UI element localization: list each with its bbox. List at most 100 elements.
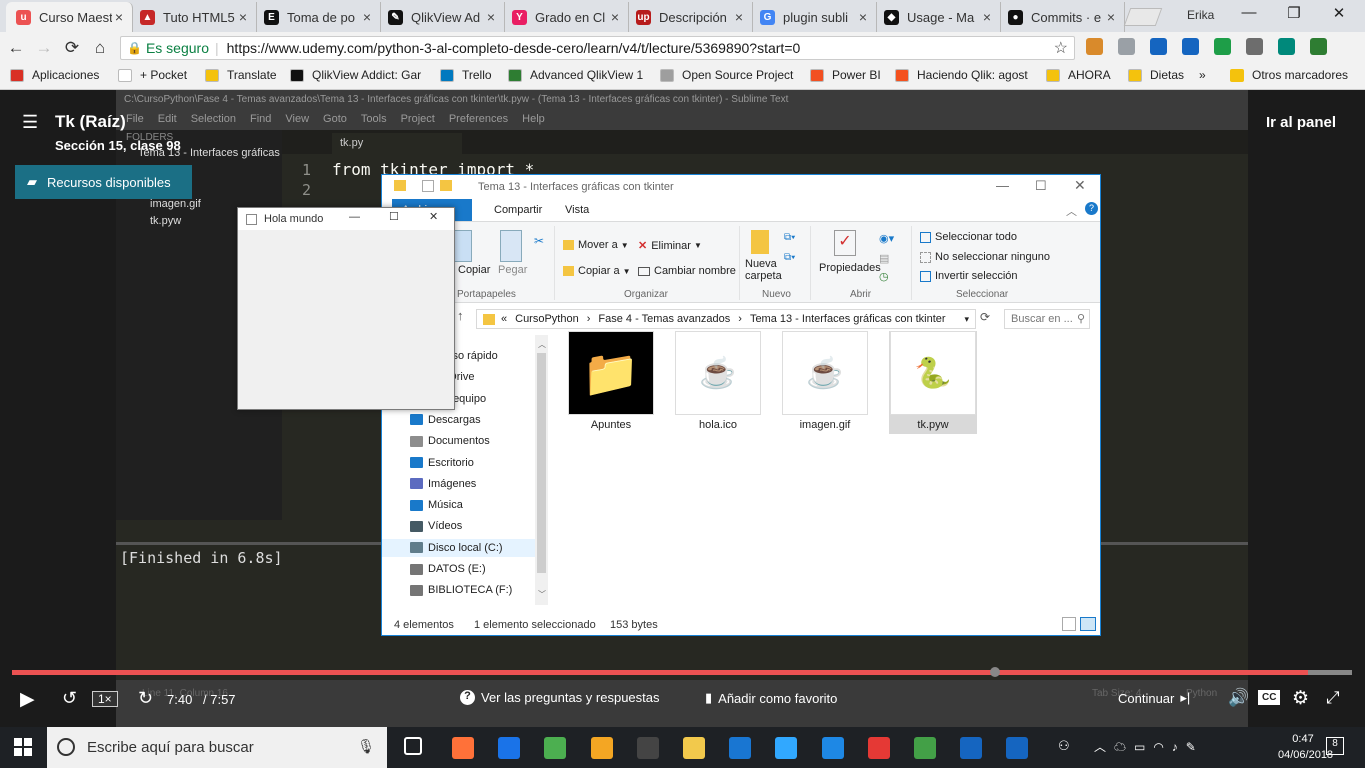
copy-button[interactable]: Copiar	[458, 264, 490, 276]
forward-icon[interactable]: ↻	[138, 688, 153, 709]
file-explorer-icon[interactable]	[683, 737, 705, 759]
tab-vista[interactable]: Vista	[565, 204, 589, 216]
browser-tab-usage[interactable]: ◆ Usage - Ma ×	[874, 2, 1001, 32]
fullscreen-icon[interactable]: ⤢	[1326, 688, 1340, 708]
qa-button[interactable]: ? Ver las preguntas y respuestas	[460, 690, 660, 705]
notifications-icon[interactable]: 8	[1326, 737, 1344, 755]
back-button[interactable]: ←	[7, 38, 25, 58]
bookmarks-more-button[interactable]: »	[1199, 68, 1206, 82]
close-icon[interactable]: ×	[856, 9, 870, 25]
extension-icon[interactable]	[1310, 38, 1327, 55]
nav-item[interactable]: Escritorio	[410, 454, 474, 472]
refresh-icon[interactable]: ⟳	[980, 310, 998, 324]
system-tray-icons[interactable]: ︿☁▭◠♪✎	[1094, 738, 1204, 755]
edge-icon[interactable]	[498, 737, 521, 759]
continue-button[interactable]: Continuar ▸|	[1118, 690, 1190, 706]
remote-icon[interactable]	[821, 737, 844, 759]
details-view-icon[interactable]	[1062, 617, 1076, 631]
sublime-menu-item[interactable]: Find	[250, 113, 271, 125]
properties-quick-icon[interactable]	[422, 180, 434, 192]
close-icon[interactable]: ×	[360, 9, 374, 25]
extension-icon[interactable]	[1086, 38, 1103, 55]
hola-minimize-button[interactable]: —	[349, 211, 360, 223]
move-to-button[interactable]: Mover a ▼	[563, 239, 629, 251]
close-icon[interactable]: ×	[732, 9, 746, 25]
explorer-address-bar[interactable]: « CursoPython › Fase 4 - Temas avanzados › Te…	[476, 309, 976, 329]
sublime-menu-item[interactable]: View	[285, 113, 309, 125]
chrome-icon[interactable]	[544, 737, 567, 759]
bookmark-item[interactable]: Open Source Project	[660, 68, 793, 82]
video-progress-bar[interactable]	[12, 667, 1352, 677]
history-icon[interactable]: ◷	[879, 270, 889, 283]
nav-item[interactable]: Documentos	[410, 432, 490, 450]
cmd-icon[interactable]	[636, 737, 659, 759]
photoshop-icon[interactable]	[775, 737, 798, 759]
new-folder-quick-icon[interactable]	[440, 180, 452, 191]
open-icon[interactable]: ◉▾	[879, 232, 894, 245]
nav-pane-scrollbar[interactable]: ︿ ﹀	[535, 335, 548, 605]
taskbar-search-box[interactable]: Escribe aquí para buscar 🎙	[47, 727, 387, 768]
close-icon[interactable]: ×	[112, 9, 126, 25]
powershell-icon[interactable]	[960, 737, 983, 759]
properties-button[interactable]: Propiedades	[819, 262, 881, 274]
rename-button[interactable]: Cambiar nombre	[638, 265, 736, 277]
playback-speed-button[interactable]: 1×	[92, 691, 118, 707]
resources-button[interactable]: ▰ Recursos disponibles	[15, 165, 192, 199]
nav-item[interactable]: BIBLIOTECA (F:)	[410, 581, 512, 599]
sublime-icon[interactable]	[590, 737, 613, 759]
window-close-button[interactable]: ✕	[1324, 4, 1354, 22]
up-folder-icon[interactable]: ↑	[457, 308, 464, 323]
bookmark-item[interactable]: QlikView Addict: Gar	[290, 68, 421, 82]
close-icon[interactable]: ×	[1104, 9, 1118, 25]
delete-button[interactable]: ✕ Eliminar ▼	[638, 239, 702, 253]
explorer-close-button[interactable]: ✕	[1074, 177, 1086, 194]
copy-to-button[interactable]: Copiar a ▼	[563, 265, 631, 277]
nav-item[interactable]: Disco local (C:)	[382, 538, 535, 557]
bookmark-item[interactable]: Aplicaciones	[10, 68, 99, 82]
sublime-menu-item[interactable]: Selection	[191, 113, 236, 125]
sublime-menu-item[interactable]: Tools	[361, 113, 387, 125]
file-item[interactable]: 📁 Apuntes	[567, 331, 655, 431]
other-bookmarks[interactable]: Otros marcadores	[1230, 68, 1348, 82]
close-icon[interactable]: ×	[980, 9, 994, 25]
microphone-icon[interactable]: 🎙	[357, 738, 375, 755]
browser-tab-html5[interactable]: ▲ Tuto HTML5 ×	[130, 2, 257, 32]
cut-icon[interactable]: ✂	[534, 234, 544, 248]
nav-item[interactable]: Imágenes	[410, 475, 476, 493]
window-minimize-button[interactable]: —	[1234, 4, 1264, 21]
browser-tab-udemy[interactable]: u Curso Maest ×	[6, 2, 133, 32]
bookmark-item[interactable]: AHORA	[1046, 68, 1111, 82]
network-icon[interactable]	[729, 737, 752, 759]
easy-access-icon[interactable]: ⧉▾	[784, 252, 795, 263]
hola-maximize-button[interactable]: ☐	[389, 210, 399, 223]
omnibox[interactable]: 🔒 Es seguro | https://www.udemy.com/pyth…	[120, 36, 1075, 60]
sublime-menu-item[interactable]: Edit	[158, 113, 177, 125]
browser-tab-toma[interactable]: E Toma de po ×	[254, 2, 381, 32]
volume-icon[interactable]: 🔊	[1228, 688, 1249, 708]
tab-compartir[interactable]: Compartir	[494, 204, 542, 216]
sublime-menu-item[interactable]: File	[126, 113, 144, 125]
scroll-up-icon[interactable]: ︿	[538, 339, 546, 350]
new-folder-button[interactable]: Nueva carpeta	[745, 258, 785, 282]
taskbar-clock[interactable]: 0:47 04/06/2018	[1278, 731, 1333, 763]
sidebar-tree-item[interactable]: imagen.gif	[150, 198, 201, 210]
video-player[interactable]: C:\CursoPython\Fase 4 - Temas avanzados\…	[0, 90, 1365, 727]
store-icon[interactable]	[914, 737, 936, 759]
explorer-search-input[interactable]: Buscar en ... ⚲	[1004, 309, 1090, 329]
browser-tab-google[interactable]: Gplugin subli ×	[750, 2, 877, 32]
file-explorer-window[interactable]: Tema 13 - Interfaces gráficas con tkinte…	[381, 174, 1101, 636]
reload-button[interactable]: ⟳	[63, 38, 81, 58]
profile-name[interactable]: Erika	[1187, 8, 1214, 22]
breadcrumb-segment[interactable]: Tema 13 - Interfaces gráficas con tkinte…	[750, 313, 946, 325]
nav-item[interactable]: Descargas	[410, 411, 481, 429]
explorer-maximize-button[interactable]: ☐	[1035, 178, 1047, 194]
hola-close-button[interactable]: ✕	[429, 210, 438, 223]
new-item-icon[interactable]: ⧉▾	[784, 232, 795, 243]
ribbon-collapse-icon[interactable]: ︿	[1066, 203, 1077, 219]
sublime-menu-item[interactable]: Goto	[323, 113, 347, 125]
file-item[interactable]: ☕ imagen.gif	[781, 331, 869, 431]
file-item[interactable]: ☕ hola.ico	[674, 331, 762, 431]
address-dropdown-icon[interactable]: ▾	[964, 314, 969, 325]
window-maximize-button[interactable]: ❐	[1279, 4, 1309, 22]
explorer-minimize-button[interactable]: —	[996, 178, 1009, 193]
